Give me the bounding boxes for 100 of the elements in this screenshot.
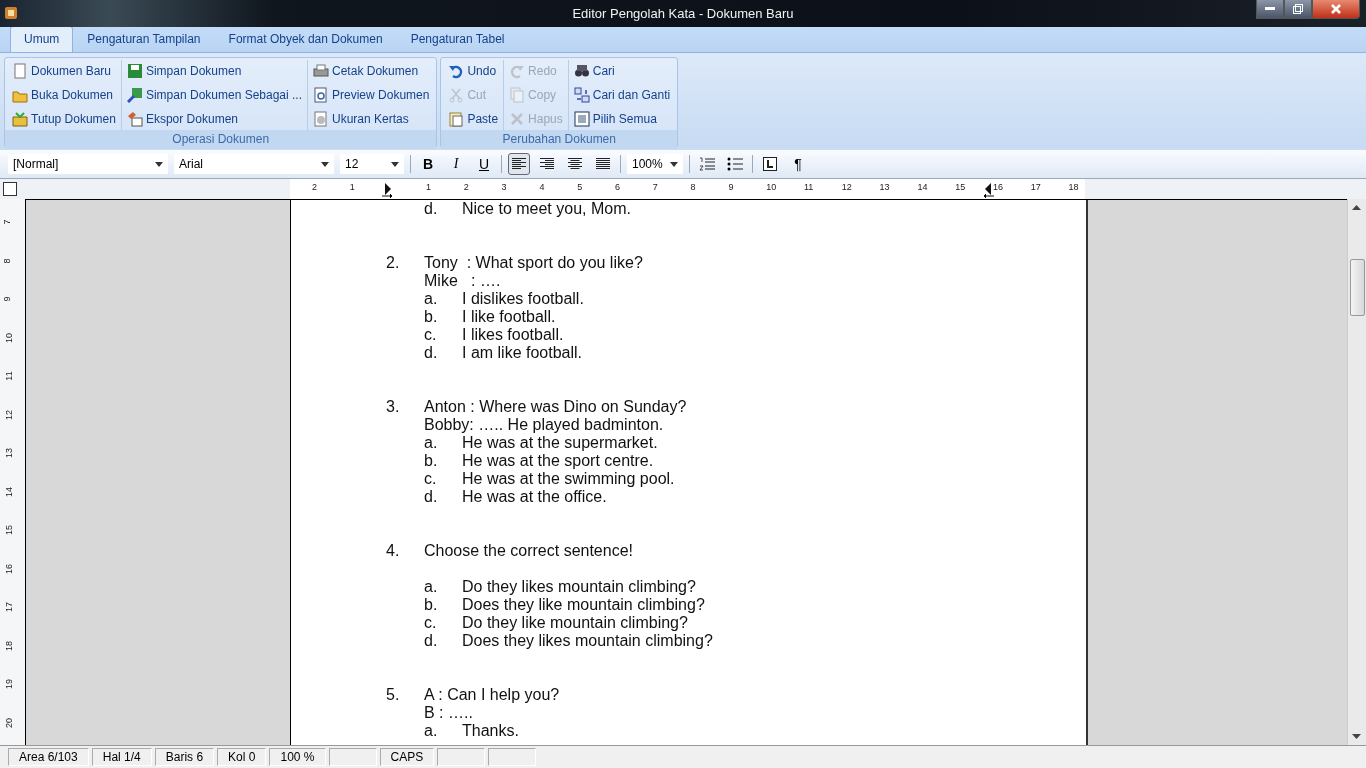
style-dropdown[interactable]: [Normal] <box>8 154 168 174</box>
ruler-number: 8 <box>690 182 696 192</box>
ribbon-button[interactable]: Ekspor Dokumen <box>124 108 305 130</box>
ribbon-tab[interactable]: Format Obyek dan Dokumen <box>214 26 397 52</box>
option-text: Does they likes mountain climbing? <box>462 632 713 650</box>
caret-icon <box>321 161 329 167</box>
ruler-number: 18 <box>4 640 14 651</box>
question-number: 5. <box>386 686 401 704</box>
question-text: B : ….. <box>424 704 473 722</box>
ribbon-button[interactable]: Dokumen Baru <box>10 60 118 82</box>
ruler-number: 6 <box>615 182 620 192</box>
ruler-number: 2 <box>312 182 317 192</box>
option-text: Thanks. <box>462 722 519 740</box>
vertical-scrollbar[interactable] <box>1347 199 1366 745</box>
ruler-number: 15 <box>4 525 14 535</box>
question-text: A : Can I help you? <box>424 686 560 704</box>
option-letter: a. <box>424 722 439 740</box>
underline-button[interactable]: U <box>473 153 495 175</box>
restore-icon <box>1293 4 1303 14</box>
ruler-number: 17 <box>1030 182 1041 192</box>
question-number: 2. <box>386 254 401 272</box>
ruler-number: 17 <box>4 602 14 612</box>
option-text: Nice to meet you, Mom. <box>462 200 631 218</box>
option-text: Do they likes mountain climbing? <box>462 578 696 596</box>
floppy-pencil-icon <box>126 87 143 103</box>
status-field: Kol 0 <box>217 748 267 766</box>
option-text: He was at the office. <box>462 488 607 506</box>
option-text: He was at the sport centre. <box>462 452 654 470</box>
align-left-button[interactable] <box>508 153 530 175</box>
ribbon-tab[interactable]: Umum <box>10 26 74 52</box>
option-text: Do they like mountain climbing? <box>462 614 688 632</box>
ribbon-button[interactable]: Pilih Semua <box>571 108 673 130</box>
option-letter: a. <box>424 434 439 452</box>
ribbon-tab[interactable]: Pengaturan Tampilan <box>73 26 215 52</box>
ruler-number: 4 <box>539 182 545 192</box>
status-field: Area 6/103 <box>8 748 89 766</box>
redo-icon <box>509 63 526 79</box>
ruler-number: 8 <box>1 258 12 263</box>
tab-stop-icon <box>763 157 777 171</box>
close-button[interactable] <box>1312 0 1360 19</box>
ruler-number: 10 <box>766 182 777 192</box>
align-right-icon <box>540 158 554 170</box>
ribbon-button[interactable]: Cetak Dokumen <box>311 60 432 82</box>
justify-icon <box>596 158 610 170</box>
option-letter: c. <box>424 614 438 632</box>
ribbon-button[interactable]: Cari <box>571 60 673 82</box>
status-field: Baris 6 <box>154 748 215 766</box>
question-text: Choose the correct sentence! <box>424 542 633 560</box>
scroll-down-icon[interactable] <box>1352 734 1361 739</box>
ribbon-button[interactable]: Paste <box>446 108 501 130</box>
minimize-button[interactable] <box>1256 0 1284 19</box>
ruler-number: 7 <box>652 182 658 192</box>
ribbon-button[interactable]: Simpan Dokumen <box>124 60 305 82</box>
ribbon-button[interactable]: Buka Dokumen <box>10 84 118 106</box>
option-letter: c. <box>424 326 438 344</box>
zoom-dropdown[interactable]: 100% <box>627 154 683 174</box>
option-letter: b. <box>424 452 439 470</box>
italic-button[interactable]: I <box>445 153 467 175</box>
ruler-number: 11 <box>3 371 14 381</box>
option-text: Does they like mountain climbing? <box>462 596 705 614</box>
ruler-number: 9 <box>728 182 734 192</box>
ribbon-button[interactable]: Tutup Dokumen <box>10 108 118 130</box>
select-all-icon <box>573 111 590 127</box>
align-center-icon <box>568 158 582 170</box>
folder-arrow-icon <box>12 111 28 127</box>
ribbon-button[interactable]: Ukuran Kertas <box>311 108 432 130</box>
option-letter: c. <box>424 470 438 488</box>
tab-selector[interactable] <box>3 182 17 196</box>
option-letter: b. <box>424 596 439 614</box>
scroll-thumb[interactable] <box>1350 259 1365 316</box>
restore-button[interactable] <box>1284 0 1312 19</box>
ribbon-button[interactable]: Undo <box>446 60 501 82</box>
option-letter: b. <box>424 308 439 326</box>
font-dropdown[interactable]: Arial <box>174 154 334 174</box>
ribbon-button[interactable]: Simpan Dokumen Sebagai ... <box>124 84 305 106</box>
bullet-list-icon <box>727 157 743 171</box>
option-letter: d. <box>424 200 439 218</box>
option-text: I am like football. <box>462 344 583 362</box>
scroll-up-icon[interactable] <box>1352 205 1361 210</box>
ruler-number: 12 <box>841 182 852 192</box>
ribbon-button[interactable]: Cari dan Ganti <box>571 84 673 106</box>
ruler-number: 13 <box>4 448 14 458</box>
bold-button[interactable]: B <box>417 153 439 175</box>
option-text: I likes football. <box>462 326 564 344</box>
align-left-icon <box>512 158 526 170</box>
ruler-number: 12 <box>4 409 14 420</box>
question-text: Bobby: ….. He played badminton. <box>424 416 664 434</box>
page-icon <box>12 63 28 79</box>
ruler-number: 10 <box>4 332 14 343</box>
caret-icon <box>670 161 678 167</box>
option-letter: a. <box>424 290 439 308</box>
font-size-dropdown[interactable]: 12 <box>340 154 404 174</box>
clipboard-icon <box>448 111 465 127</box>
ribbon-tab[interactable]: Pengaturan Tabel <box>396 26 519 52</box>
ruler-number: 2 <box>463 182 469 192</box>
numbered-list-icon <box>699 157 715 171</box>
ribbon-button[interactable]: Preview Dokumen <box>311 84 432 106</box>
close-icon <box>1330 4 1342 14</box>
option-letter: d. <box>424 632 439 650</box>
pilcrow-button[interactable]: ¶ <box>787 153 809 175</box>
